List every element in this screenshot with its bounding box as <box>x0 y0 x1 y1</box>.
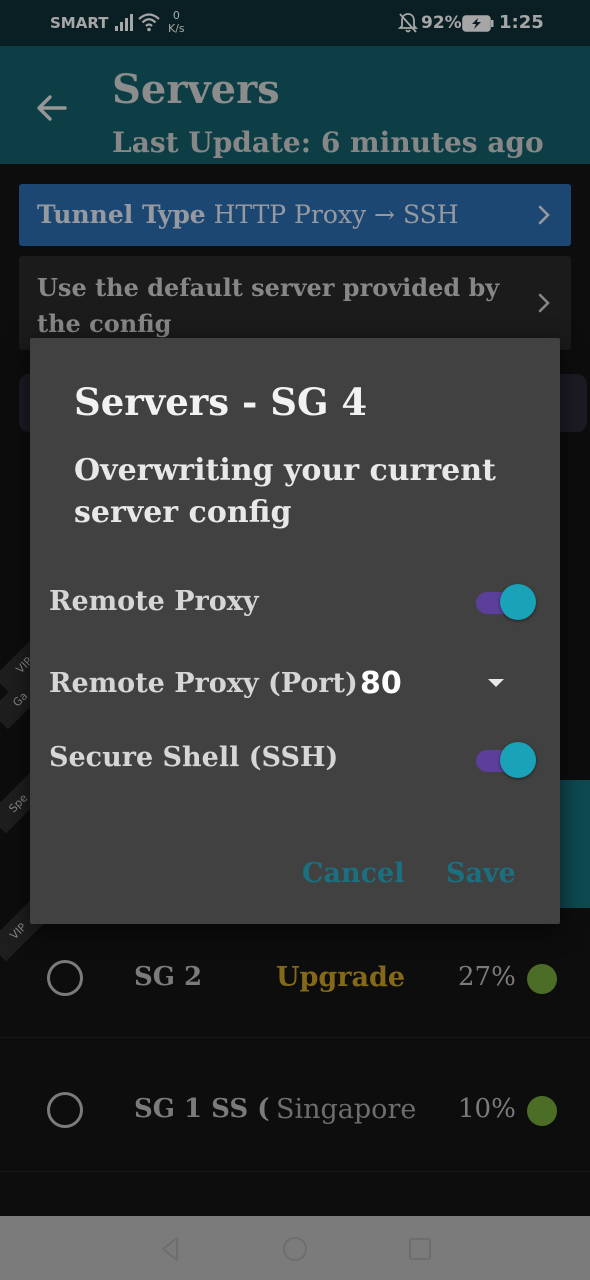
ssh-toggle[interactable] <box>476 740 536 780</box>
toggle-thumb <box>500 584 536 620</box>
remote-proxy-port-label: Remote Proxy (Port) <box>49 668 358 699</box>
dialog-message: Overwriting your current server config <box>74 453 496 530</box>
ssh-label: Secure Shell (SSH) <box>49 742 339 773</box>
remote-proxy-toggle[interactable] <box>476 582 536 622</box>
remote-proxy-label: Remote Proxy <box>49 586 259 617</box>
toggle-thumb <box>500 742 536 778</box>
caret-down-icon[interactable] <box>485 676 507 690</box>
remote-proxy-port-select[interactable]: 80 <box>360 666 402 701</box>
cancel-button[interactable]: Cancel <box>302 858 405 889</box>
save-button[interactable]: Save <box>446 858 516 889</box>
dialog-title: Servers - SG 4 <box>74 380 368 424</box>
server-config-dialog: Servers - SG 4 Overwriting your current … <box>30 338 560 924</box>
